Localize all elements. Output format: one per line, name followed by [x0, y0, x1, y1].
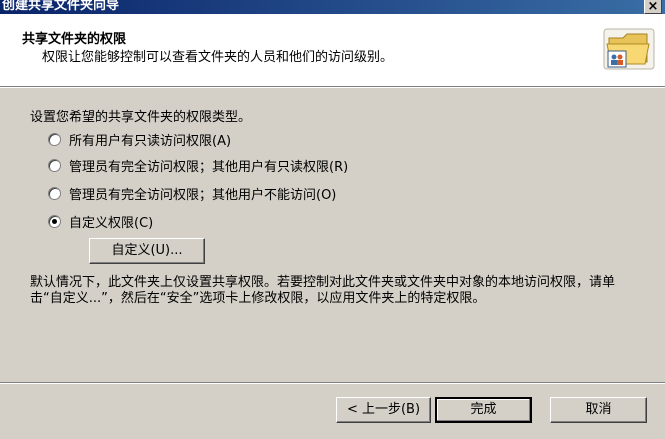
customize-button[interactable]: 自定义(U)... [89, 238, 205, 264]
radio-label[interactable]: 管理员有完全访问权限；其他用户不能访问(O) [69, 184, 336, 203]
instruction-text: 设置您希望的共享文件夹的权限类型。 [30, 110, 252, 125]
radio-button[interactable] [48, 186, 61, 200]
finish-button[interactable]: 完成 [435, 397, 532, 423]
wizard-header: 共享文件夹的权限 权限让您能够控制可以查看文件夹的人员和他们的访问级别。 [0, 14, 665, 86]
header-divider-highlight [0, 87, 665, 88]
radio-button[interactable] [48, 132, 61, 146]
close-button[interactable]: × [644, 0, 662, 14]
radio-label[interactable]: 管理员有完全访问权限；其他用户有只读权限(R) [69, 156, 348, 175]
radio-label[interactable]: 自定义权限(C) [69, 212, 153, 231]
title-bar: 创建共享文件夹向导 × [0, 0, 665, 14]
radio-option-admin-full-others-read[interactable]: 管理员有完全访问权限；其他用户有只读权限(R) [48, 156, 348, 175]
description-text: 默认情况下，此文件夹上仅设置共享权限。若要控制对此文件夹或文件夹中对象的本地访问… [30, 275, 616, 306]
page-title: 共享文件夹的权限 [22, 32, 127, 47]
shared-folder-icon [603, 28, 655, 70]
radio-option-admin-full-others-none[interactable]: 管理员有完全访问权限；其他用户不能访问(O) [48, 184, 336, 203]
radio-label[interactable]: 所有用户有只读访问权限(A) [69, 130, 231, 149]
page-subtitle: 权限让您能够控制可以查看文件夹的人员和他们的访问级别。 [42, 50, 394, 65]
cancel-button[interactable]: 取消 [550, 397, 647, 423]
radio-button-selected[interactable] [48, 214, 61, 228]
back-button[interactable]: < 上一步(B) [336, 397, 431, 423]
window-title: 创建共享文件夹向导 [2, 0, 120, 13]
radio-option-readonly[interactable]: 所有用户有只读访问权限(A) [48, 130, 231, 149]
radio-button[interactable] [48, 158, 61, 172]
footer-divider-highlight [0, 383, 665, 384]
radio-option-custom[interactable]: 自定义权限(C) [48, 212, 153, 231]
